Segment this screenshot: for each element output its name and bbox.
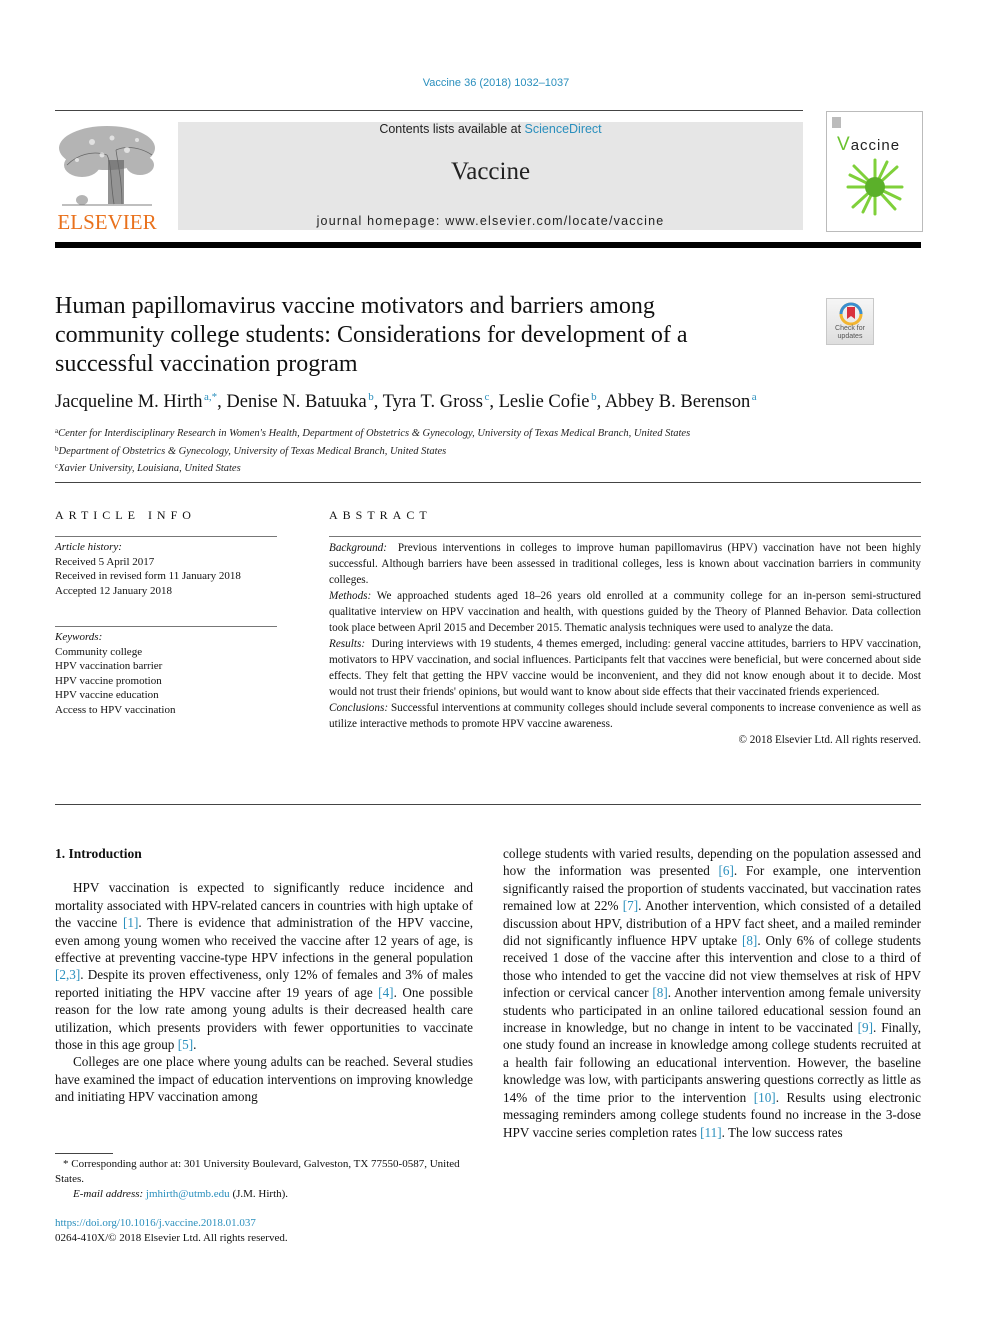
citation-link[interactable]: [11] bbox=[700, 1125, 721, 1140]
article-history: Article history: Received 5 April 2017 R… bbox=[55, 540, 280, 598]
divider bbox=[55, 536, 277, 537]
body-column-right: college students with varied results, de… bbox=[503, 845, 921, 1141]
check-updates-line2: updates bbox=[837, 333, 863, 340]
author[interactable]: Denise N. Batuuka b bbox=[226, 391, 373, 412]
footnotes: * Corresponding author at: 301 Universit… bbox=[55, 1157, 475, 1202]
author[interactable]: Tyra T. Gross c bbox=[383, 391, 490, 412]
article-info-heading: ARTICLE INFO bbox=[55, 508, 196, 522]
history-label: Article history: bbox=[55, 541, 122, 553]
keyword: Community college bbox=[55, 645, 143, 658]
abstract-section: Methods: We approached students aged 18–… bbox=[329, 590, 921, 634]
body-paragraph: college students with varied results, de… bbox=[503, 845, 921, 1141]
history-item: Received 5 April 2017 bbox=[55, 555, 155, 568]
check-for-updates-button[interactable]: Check for updates bbox=[826, 298, 874, 345]
section-heading-introduction: 1. Introduction bbox=[55, 846, 142, 861]
doi-block: https://doi.org/10.1016/j.vaccine.2018.0… bbox=[55, 1216, 475, 1246]
contents-available-line: Contents lists available at ScienceDirec… bbox=[178, 122, 803, 136]
body-paragraph: HPV vaccination is expected to significa… bbox=[55, 879, 473, 1053]
abstract-body: Background: Previous interventions in co… bbox=[329, 540, 921, 748]
journal-reference[interactable]: Vaccine 36 (2018) 1032–1037 bbox=[0, 77, 992, 89]
keywords: Keywords: Community college HPV vaccinat… bbox=[55, 630, 280, 717]
author-list: Jacqueline M. Hirth a,*, Denise N. Batuu… bbox=[55, 391, 757, 412]
citation-link[interactable]: [8] bbox=[652, 985, 667, 1000]
email-link[interactable]: jmhirth@utmb.edu bbox=[146, 1188, 230, 1200]
journal-homepage-line: journal homepage: www.elsevier.com/locat… bbox=[178, 214, 803, 228]
body-column-left: 1. Introduction HPV vaccination is expec… bbox=[55, 845, 473, 1106]
abstract-section: Results: During interviews with 19 stude… bbox=[329, 638, 921, 698]
cover-publisher-mark bbox=[832, 117, 841, 128]
contents-prefix: Contents lists available at bbox=[379, 122, 525, 136]
divider bbox=[55, 626, 277, 627]
author[interactable]: Abbey B. Berenson a bbox=[605, 391, 757, 412]
elsevier-tree-icon bbox=[59, 126, 155, 206]
keyword: HPV vaccination barrier bbox=[55, 660, 163, 672]
body-text: . bbox=[193, 1037, 197, 1053]
sciencedirect-link[interactable]: ScienceDirect bbox=[525, 122, 602, 136]
check-updates-line1: Check for bbox=[835, 325, 865, 332]
affiliation: aCenter for Interdisciplinary Research i… bbox=[55, 427, 691, 439]
corresponding-author-note: * Corresponding author at: 301 Universit… bbox=[55, 1158, 460, 1185]
body-paragraph: Colleges are one place where young adult… bbox=[55, 1053, 473, 1105]
left-paragraphs: HPV vaccination is expected to significa… bbox=[55, 879, 473, 1105]
citation-link[interactable]: [8] bbox=[742, 933, 757, 948]
affiliation: cXavier University, Louisiana, United St… bbox=[55, 462, 241, 474]
divider bbox=[55, 482, 921, 483]
author[interactable]: Jacqueline M. Hirth a,* bbox=[55, 391, 217, 412]
citation-link[interactable]: [4] bbox=[378, 985, 393, 1000]
citation-link[interactable]: [2,3] bbox=[55, 967, 80, 982]
divider bbox=[329, 536, 921, 537]
history-item: Received in revised form 11 January 2018 bbox=[55, 570, 241, 582]
article-title: Human papillomavirus vaccine motivators … bbox=[55, 293, 688, 377]
virus-illustration-icon bbox=[846, 158, 904, 216]
email-note: E-mail address: jmhirth@utmb.edu (J.M. H… bbox=[73, 1188, 289, 1200]
journal-cover-thumbnail[interactable]: Vaccine bbox=[826, 111, 923, 232]
author[interactable]: Leslie Cofie b bbox=[499, 391, 597, 412]
body-text: Colleges are one place where young adult… bbox=[55, 1054, 473, 1105]
cover-title: Vaccine bbox=[837, 134, 901, 155]
abstract-section: Conclusions: Successful interventions at… bbox=[329, 702, 921, 730]
keyword: HPV vaccine education bbox=[55, 689, 159, 701]
abstract-heading: ABSTRACT bbox=[329, 508, 432, 522]
elsevier-wordmark: ELSEVIER bbox=[57, 210, 157, 234]
citation-link[interactable]: [1] bbox=[123, 915, 138, 930]
journal-name: Vaccine bbox=[450, 158, 531, 185]
keyword: Access to HPV vaccination bbox=[55, 703, 176, 716]
header-thick-rule bbox=[55, 242, 921, 248]
issn-copyright: 0264-410X/© 2018 Elsevier Ltd. All right… bbox=[55, 1232, 288, 1244]
citation-link[interactable]: [7] bbox=[623, 898, 638, 913]
doi-link[interactable]: https://doi.org/10.1016/j.vaccine.2018.0… bbox=[55, 1216, 475, 1231]
footnote-divider bbox=[55, 1153, 113, 1154]
body-text: . The low success rates bbox=[721, 1124, 843, 1140]
abstract-copyright: © 2018 Elsevier Ltd. All rights reserved… bbox=[738, 734, 922, 746]
citation-link[interactable]: [5] bbox=[178, 1037, 193, 1052]
abstract-section: Background: Previous interventions in co… bbox=[329, 542, 922, 586]
citation-link[interactable]: [10] bbox=[754, 1090, 776, 1105]
elsevier-logo[interactable]: ELSEVIER bbox=[52, 120, 162, 235]
keywords-label: Keywords: bbox=[55, 631, 103, 643]
journal-masthead: Contents lists available at ScienceDirec… bbox=[178, 122, 803, 230]
citation-link[interactable]: [9] bbox=[858, 1020, 873, 1035]
divider bbox=[55, 804, 921, 805]
history-item: Accepted 12 January 2018 bbox=[55, 584, 172, 597]
check-updates-icon bbox=[839, 302, 863, 326]
top-divider bbox=[55, 110, 803, 111]
right-paragraphs: college students with varied results, de… bbox=[503, 845, 921, 1141]
affiliations: aCenter for Interdisciplinary Research i… bbox=[55, 424, 925, 477]
homepage-url[interactable]: www.elsevier.com/locate/vaccine bbox=[445, 214, 664, 228]
homepage-prefix: journal homepage: bbox=[316, 214, 446, 228]
keyword: HPV vaccine promotion bbox=[55, 674, 162, 687]
affiliation: bDepartment of Obstetrics & Gynecology, … bbox=[55, 444, 447, 457]
citation-link[interactable]: [6] bbox=[719, 863, 734, 878]
